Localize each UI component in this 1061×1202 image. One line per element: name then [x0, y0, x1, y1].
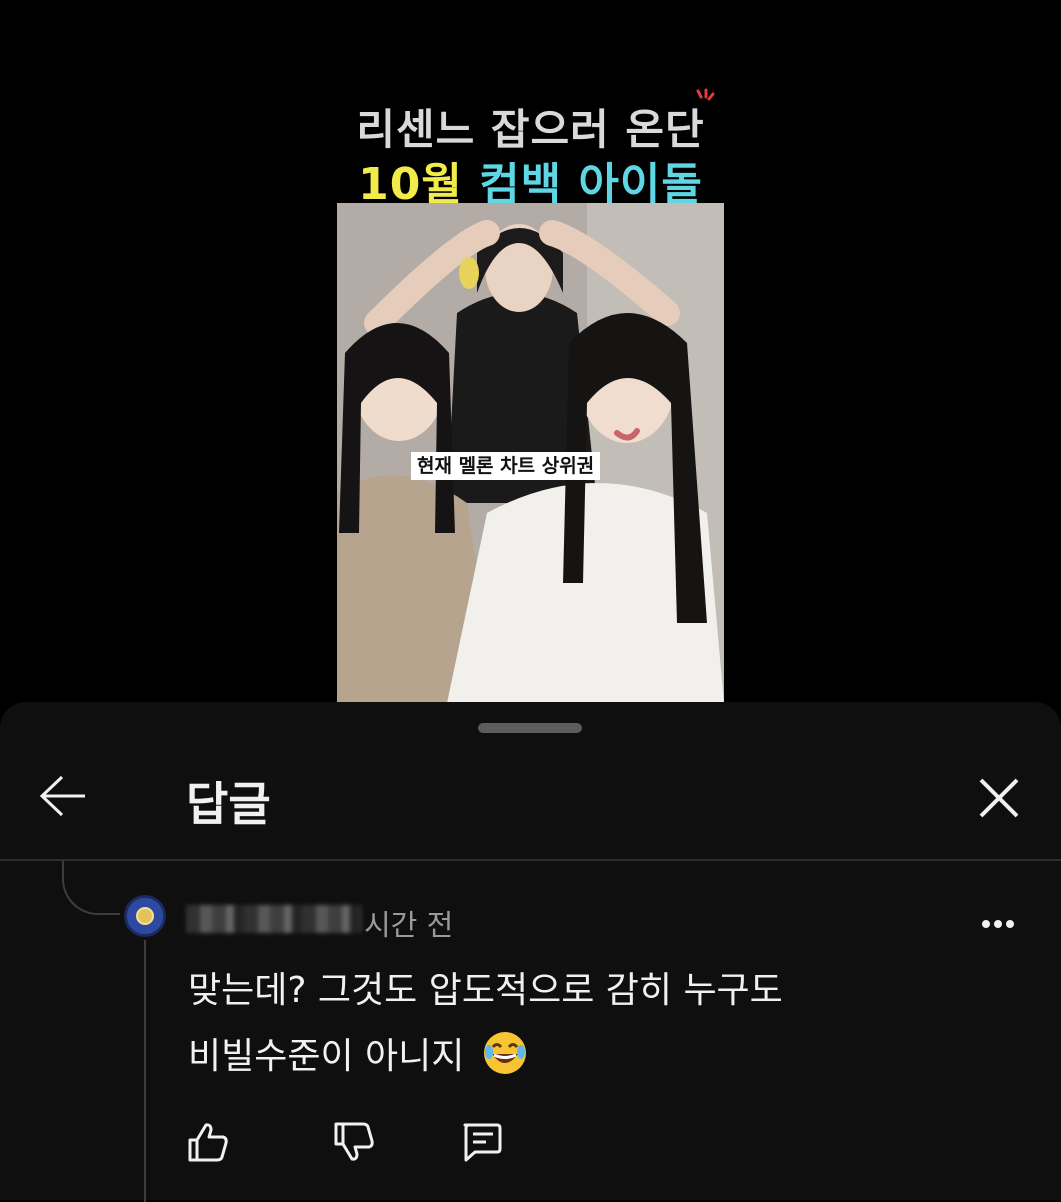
sheet-drag-handle[interactable]: [478, 723, 582, 733]
comment-text: 맞는데? 그것도 압도적으로 감히 누구도 비빌수준이 아니지: [188, 958, 928, 1090]
comment-timestamp: 시간 전: [364, 908, 454, 942]
thread-line: [144, 940, 146, 1202]
comment-text-line2: 비빌수준이 아니지: [188, 1036, 465, 1077]
thumbs-down-icon[interactable]: [332, 1120, 376, 1164]
avatar[interactable]: [124, 895, 166, 937]
thread-connector: [62, 861, 120, 915]
sheet-divider: [0, 859, 1061, 861]
comment-text-line2-row: 비빌수준이 아니지: [188, 1024, 928, 1090]
avatar-emblem-icon: [136, 907, 154, 925]
comment-text-line1: 맞는데? 그것도 압도적으로 감히 누구도: [188, 970, 783, 1011]
spark-icon: [696, 88, 715, 101]
replies-sheet: 답글 시간 전 맞는데? 그것도 압도적으로 감히 누구도 비빌수준이 아니지: [0, 702, 1061, 1202]
sheet-title: 답글: [186, 777, 271, 831]
username-blurred[interactable]: [186, 905, 362, 933]
more-options-icon[interactable]: [980, 912, 1016, 936]
close-icon[interactable]: [975, 774, 1023, 822]
reply-icon[interactable]: [459, 1120, 503, 1164]
video-player[interactable]: 리센느 잡으러 온단 10월 컴백 아이돌 현재 멜론 차트 상위권: [0, 0, 1061, 705]
thumbs-up-icon[interactable]: [186, 1120, 230, 1164]
arrow-left-icon[interactable]: [38, 774, 88, 818]
video-caption: 현재 멜론 차트 상위권: [411, 452, 601, 480]
laughing-emoji-icon: [483, 1032, 526, 1074]
